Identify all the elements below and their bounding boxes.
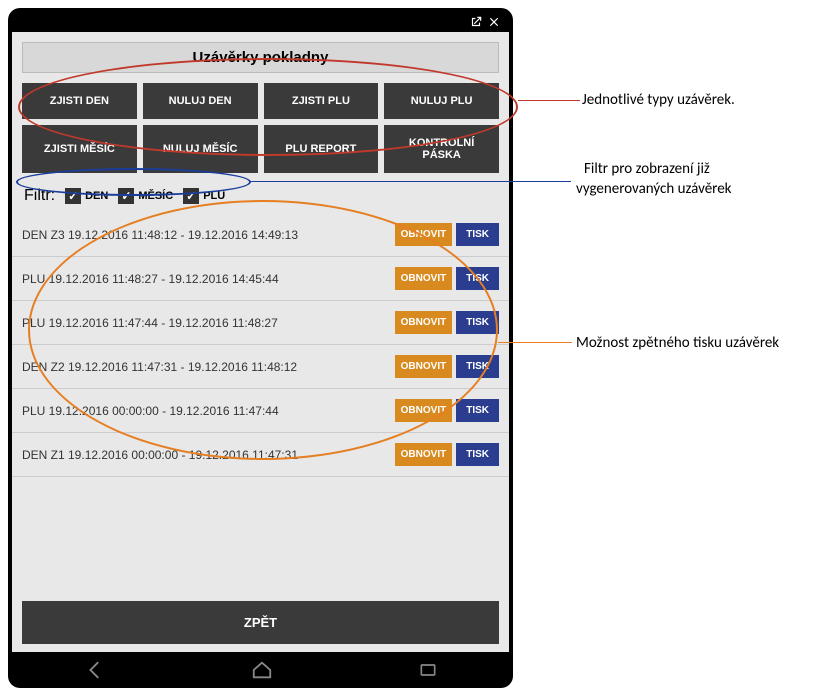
list-row: PLU 19.12.2016 00:00:00 - 19.12.2016 11:… xyxy=(12,389,509,433)
obnovit-button[interactable]: OBNOVIT xyxy=(395,267,453,290)
list-row-text: DEN Z1 19.12.2016 00:00:00 - 19.12.2016 … xyxy=(22,448,395,462)
tisk-button[interactable]: TISK xyxy=(456,267,499,290)
annotation-filter1: Filtr pro zobrazení již xyxy=(584,160,710,178)
tisk-button[interactable]: TISK xyxy=(456,355,499,378)
tablet-screen: Uzávěrky pokladny ZJISTI DEN NULUJ DEN Z… xyxy=(12,12,509,684)
tisk-button[interactable]: TISK xyxy=(456,399,499,422)
list-row-text: PLU 19.12.2016 00:00:00 - 19.12.2016 11:… xyxy=(22,404,395,418)
obnovit-button[interactable]: OBNOVIT xyxy=(395,399,453,422)
annotation-filter2: vygenerovaných uzávěrek xyxy=(576,180,732,198)
list-row: PLU 19.12.2016 11:47:44 - 19.12.2016 11:… xyxy=(12,301,509,345)
list-row: DEN Z3 19.12.2016 11:48:12 - 19.12.2016 … xyxy=(12,213,509,257)
obnovit-button[interactable]: OBNOVIT xyxy=(395,355,453,378)
back-button[interactable]: ZPĚT xyxy=(22,601,499,644)
list-row-text: DEN Z2 19.12.2016 11:47:31 - 19.12.2016 … xyxy=(22,360,395,374)
zjisti-den-button[interactable]: ZJISTI DEN xyxy=(22,83,137,119)
row-buttons: OBNOVITTISK xyxy=(395,311,499,334)
tablet-frame: Uzávěrky pokladny ZJISTI DEN NULUJ DEN Z… xyxy=(8,8,513,688)
kontrolni-paska-button[interactable]: KONTROLNÍ PÁSKA xyxy=(384,125,499,173)
row-buttons: OBNOVITTISK xyxy=(395,399,499,422)
zjisti-mesic-button[interactable]: ZJISTI MĚSÍC xyxy=(22,125,137,173)
row-buttons: OBNOVITTISK xyxy=(395,267,499,290)
recent-nav-icon[interactable] xyxy=(418,660,438,680)
filter-label: Filtr: xyxy=(24,187,55,205)
filter-mesic[interactable]: ✓ MĚSÍC xyxy=(118,188,173,204)
list-row-text: PLU 19.12.2016 11:48:27 - 19.12.2016 14:… xyxy=(22,272,395,286)
nuluj-plu-button[interactable]: NULUJ PLU xyxy=(384,83,499,119)
external-link-icon xyxy=(469,15,483,29)
checkbox-icon: ✓ xyxy=(183,188,199,204)
checkbox-icon: ✓ xyxy=(118,188,134,204)
filter-plu[interactable]: ✓ PLU xyxy=(183,188,225,204)
closure-list: DEN Z3 19.12.2016 11:48:12 - 19.12.2016 … xyxy=(12,213,509,593)
row-buttons: OBNOVITTISK xyxy=(395,355,499,378)
list-row: DEN Z1 19.12.2016 00:00:00 - 19.12.2016 … xyxy=(12,433,509,477)
status-bar xyxy=(12,12,509,32)
zjisti-plu-button[interactable]: ZJISTI PLU xyxy=(264,83,379,119)
annotation-types: Jednotlivé typy uzávěrek. xyxy=(582,91,735,109)
filter-den-label: DEN xyxy=(85,190,108,202)
row-buttons: OBNOVITTISK xyxy=(395,223,499,246)
filter-row: Filtr: ✓ DEN ✓ MĚSÍC ✓ PLU xyxy=(12,179,509,213)
back-nav-icon[interactable] xyxy=(84,659,106,681)
filter-mesic-label: MĚSÍC xyxy=(138,190,173,202)
nuluj-mesic-button[interactable]: NULUJ MĚSÍC xyxy=(143,125,258,173)
filter-den[interactable]: ✓ DEN xyxy=(65,188,108,204)
closure-type-buttons: ZJISTI DEN NULUJ DEN ZJISTI PLU NULUJ PL… xyxy=(12,77,509,179)
tisk-button[interactable]: TISK xyxy=(456,443,499,466)
filter-plu-label: PLU xyxy=(203,190,225,202)
obnovit-button[interactable]: OBNOVIT xyxy=(395,311,453,334)
home-nav-icon[interactable] xyxy=(249,659,275,681)
obnovit-button[interactable]: OBNOVIT xyxy=(395,223,453,246)
app-screen: Uzávěrky pokladny ZJISTI DEN NULUJ DEN Z… xyxy=(12,32,509,652)
page-title: Uzávěrky pokladny xyxy=(22,42,499,73)
row-buttons: OBNOVITTISK xyxy=(395,443,499,466)
list-row: PLU 19.12.2016 11:48:27 - 19.12.2016 14:… xyxy=(12,257,509,301)
checkbox-icon: ✓ xyxy=(65,188,81,204)
close-icon[interactable] xyxy=(487,15,501,29)
list-row-text: PLU 19.12.2016 11:47:44 - 19.12.2016 11:… xyxy=(22,316,395,330)
tisk-button[interactable]: TISK xyxy=(456,223,499,246)
plu-report-button[interactable]: PLU REPORT xyxy=(264,125,379,173)
annotation-line-types xyxy=(518,100,580,101)
annotation-reprint: Možnost zpětného tisku uzávěrek xyxy=(576,334,779,352)
nuluj-den-button[interactable]: NULUJ DEN xyxy=(143,83,258,119)
tisk-button[interactable]: TISK xyxy=(456,311,499,334)
list-row-text: DEN Z3 19.12.2016 11:48:12 - 19.12.2016 … xyxy=(22,228,395,242)
list-row: DEN Z2 19.12.2016 11:47:31 - 19.12.2016 … xyxy=(12,345,509,389)
android-nav-bar xyxy=(12,652,509,684)
obnovit-button[interactable]: OBNOVIT xyxy=(395,443,453,466)
